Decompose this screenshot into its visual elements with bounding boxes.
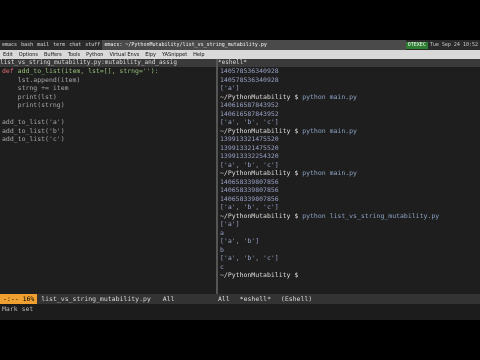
task-stuff[interactable]: stuff <box>83 40 102 50</box>
eshell-prompt-line: ~/PythonMutability $ python list_vs_stri… <box>218 212 480 221</box>
system-tray: OTEXEC Tue Sep 24 10:52 <box>405 41 480 49</box>
eshell-output-line: ['a'] <box>220 84 240 92</box>
prompt-text: ~/PythonMutability $ <box>220 211 303 220</box>
prompt-text: ~/PythonMutability $ <box>220 271 303 279</box>
task-term[interactable]: term <box>51 40 67 50</box>
eshell-mode-line: All *eshell* (Eshell) <box>218 294 480 304</box>
eshell-output-line: 139913321475520 <box>220 135 279 143</box>
eshell-mode-pos: All <box>218 295 230 303</box>
taskbar: emacs bash mail term chat stuff emacs: ~… <box>0 40 480 50</box>
window-title[interactable]: emacs: ~/PythonMutability/list_vs_string… <box>102 40 406 50</box>
menu-tools[interactable]: Tools <box>65 52 83 58</box>
eshell-prompt-line: ~/PythonMutability $ python main.py <box>218 93 480 102</box>
editor-mode-badge: -:-- 16% <box>0 294 38 304</box>
code-line[interactable] <box>0 110 216 119</box>
editor-mode-line: -:-- 16% list_vs_string_mutability.py Al… <box>0 294 216 304</box>
menu-yasnippet[interactable]: YASnippet <box>159 52 190 58</box>
eshell-mode-major: (Eshell) <box>280 295 313 303</box>
menu-virtual-envs[interactable]: Virtual Envs <box>106 52 142 58</box>
minibuffer[interactable]: Mark set <box>0 304 480 320</box>
code-line[interactable]: lst.append(item) <box>0 76 216 85</box>
task-bash[interactable]: bash <box>19 40 35 50</box>
command-text: python main.py <box>302 92 357 101</box>
code-line[interactable]: add_to_list('c') <box>0 135 216 144</box>
eshell-output-line: b <box>220 245 224 254</box>
eshell-output-line: ['a', 'b', 'c'] <box>220 254 279 262</box>
eshell-output-line: ['a', 'b', 'c'] <box>220 160 279 169</box>
window-headers: list_vs_string_mutability.py:mutability_… <box>0 59 480 67</box>
command-text: python main.py <box>302 169 357 177</box>
eshell-output-line: 139913332254320 <box>220 152 279 160</box>
clock[interactable]: Tue Sep 24 10:52 <box>430 42 478 48</box>
code-line[interactable]: strng += item <box>0 84 216 93</box>
task-mail[interactable]: mail <box>35 40 51 50</box>
eshell-prompt-line: ~/PythonMutability $ python main.py <box>218 169 480 178</box>
eshell-output-line: 140578536340928 <box>220 75 279 84</box>
eshell-output-line: 140658339807856 <box>220 177 279 186</box>
prompt-text: ~/PythonMutability $ <box>220 92 303 101</box>
eshell-output-line: 140658339807856 <box>220 194 279 203</box>
code-line[interactable]: print(lst) <box>0 93 216 102</box>
eshell-output-line: 139913321475520 <box>220 143 279 152</box>
eshell-pane[interactable]: 140578536340928 140578536340928 ['a'] ~/Pyt… <box>218 67 480 294</box>
mode-line: -:-- 16% list_vs_string_mutability.py Al… <box>0 294 480 304</box>
eshell-mode-name[interactable]: *eshell* <box>240 295 271 303</box>
menu-bar: Edit Options Buffers Tools Python Virtua… <box>0 50 480 59</box>
command-text: python main.py <box>302 126 357 135</box>
eshell-output-line: a <box>220 228 224 237</box>
eshell-output-line: 140658339807856 <box>220 186 279 194</box>
code-text: add_to_list(item, lst=[], strng=''): <box>17 67 159 75</box>
code-line[interactable]: add_to_list('b') <box>0 127 216 136</box>
command-text: python list_vs_string_mutability.py <box>302 211 440 220</box>
eshell-output-line: c <box>220 262 224 271</box>
eshell-prompt-line: ~/PythonMutability $ python main.py <box>218 127 480 136</box>
eshell-output-line: ['a', 'b', 'c'] <box>220 203 279 211</box>
editor-header: list_vs_string_mutability.py:mutability_… <box>0 59 216 67</box>
menu-elpy[interactable]: Elpy <box>142 52 159 58</box>
screen: emacs bash mail term chat stuff emacs: ~… <box>0 40 480 320</box>
code-line[interactable]: print(strng) <box>0 101 216 110</box>
menu-python[interactable]: Python <box>83 52 106 58</box>
eshell-output-line: ['a', 'b', 'c'] <box>220 118 279 126</box>
editor-pane[interactable]: def add_to_list(item, lst=[], strng=''):… <box>0 67 216 294</box>
task-emacs[interactable]: emacs <box>0 40 19 50</box>
keyword: def <box>2 67 18 75</box>
eshell-output-line: 140616587843952 <box>220 101 279 109</box>
menu-buffers[interactable]: Buffers <box>41 52 65 58</box>
menu-options[interactable]: Options <box>16 52 41 58</box>
tray-label[interactable]: OTEXEC <box>405 41 428 49</box>
eshell-output-line: 140578536340928 <box>220 67 279 75</box>
code-line[interactable]: def add_to_list(item, lst=[], strng=''): <box>0 67 216 76</box>
editor-mode-file[interactable]: list_vs_string_mutability.py <box>41 295 151 303</box>
eshell-output-line: 140616587843952 <box>220 109 279 118</box>
prompt-text: ~/PythonMutability $ <box>220 126 303 135</box>
code-line[interactable]: add_to_list('a') <box>0 118 216 127</box>
editor-mode-pos: All <box>162 295 175 303</box>
menu-help[interactable]: Help <box>190 52 207 58</box>
eshell-output-line: ['a'] <box>220 220 240 228</box>
menu-edit[interactable]: Edit <box>0 52 16 58</box>
eshell-output-line: ['a', 'b'] <box>220 237 260 245</box>
eshell-prompt-line: ~/PythonMutability $ <box>218 271 480 280</box>
prompt-text: ~/PythonMutability $ <box>220 169 303 177</box>
task-chat[interactable]: chat <box>67 40 83 50</box>
eshell-header: *eshell* <box>218 59 480 67</box>
